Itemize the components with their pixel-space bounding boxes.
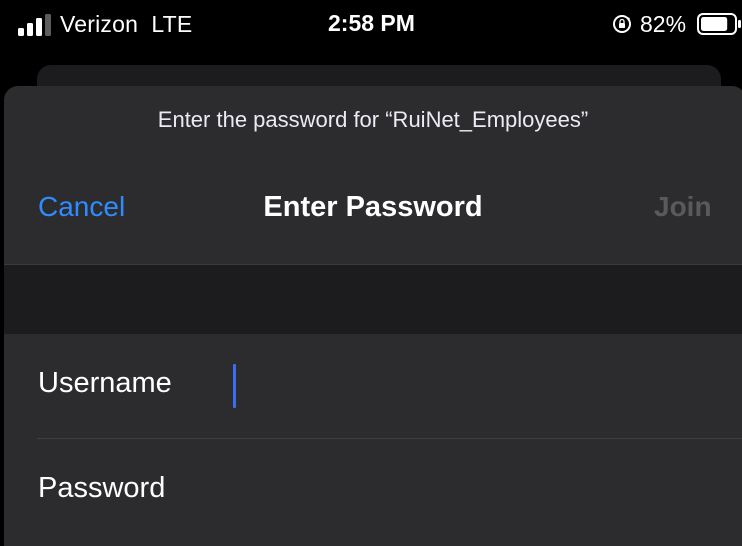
password-row[interactable]: Password <box>4 439 742 543</box>
text-cursor <box>233 364 236 408</box>
username-field[interactable] <box>228 360 728 410</box>
network-prompt: Enter the password for “RuiNet_Employees… <box>157 107 589 132</box>
join-button[interactable]: Join <box>654 191 712 223</box>
network-type: LTE <box>151 11 193 37</box>
battery-icon <box>697 13 741 35</box>
status-time: 2:58 PM <box>328 10 415 36</box>
credentials-form: Username Password <box>4 334 742 546</box>
signal-icon <box>18 14 51 36</box>
carrier-label: Verizon LTE <box>60 11 192 38</box>
status-bar: Verizon LTE 2:58 PM 82% <box>0 0 742 50</box>
nav-bar: Cancel Enter Password Join <box>4 181 742 241</box>
screen: Verizon LTE 2:58 PM 82% Enter the passwo… <box>0 0 742 546</box>
username-label: Username <box>38 367 172 399</box>
username-row[interactable]: Username <box>4 334 742 439</box>
password-field[interactable] <box>228 465 728 515</box>
password-sheet: Enter the password for “RuiNet_Employees… <box>4 86 742 546</box>
battery-percent: 82% <box>640 11 687 37</box>
page-title: Enter Password <box>263 191 483 223</box>
carrier-name: Verizon <box>60 11 139 37</box>
rotation-lock-icon <box>613 15 631 33</box>
section-spacer <box>4 265 742 334</box>
password-label: Password <box>38 472 166 504</box>
